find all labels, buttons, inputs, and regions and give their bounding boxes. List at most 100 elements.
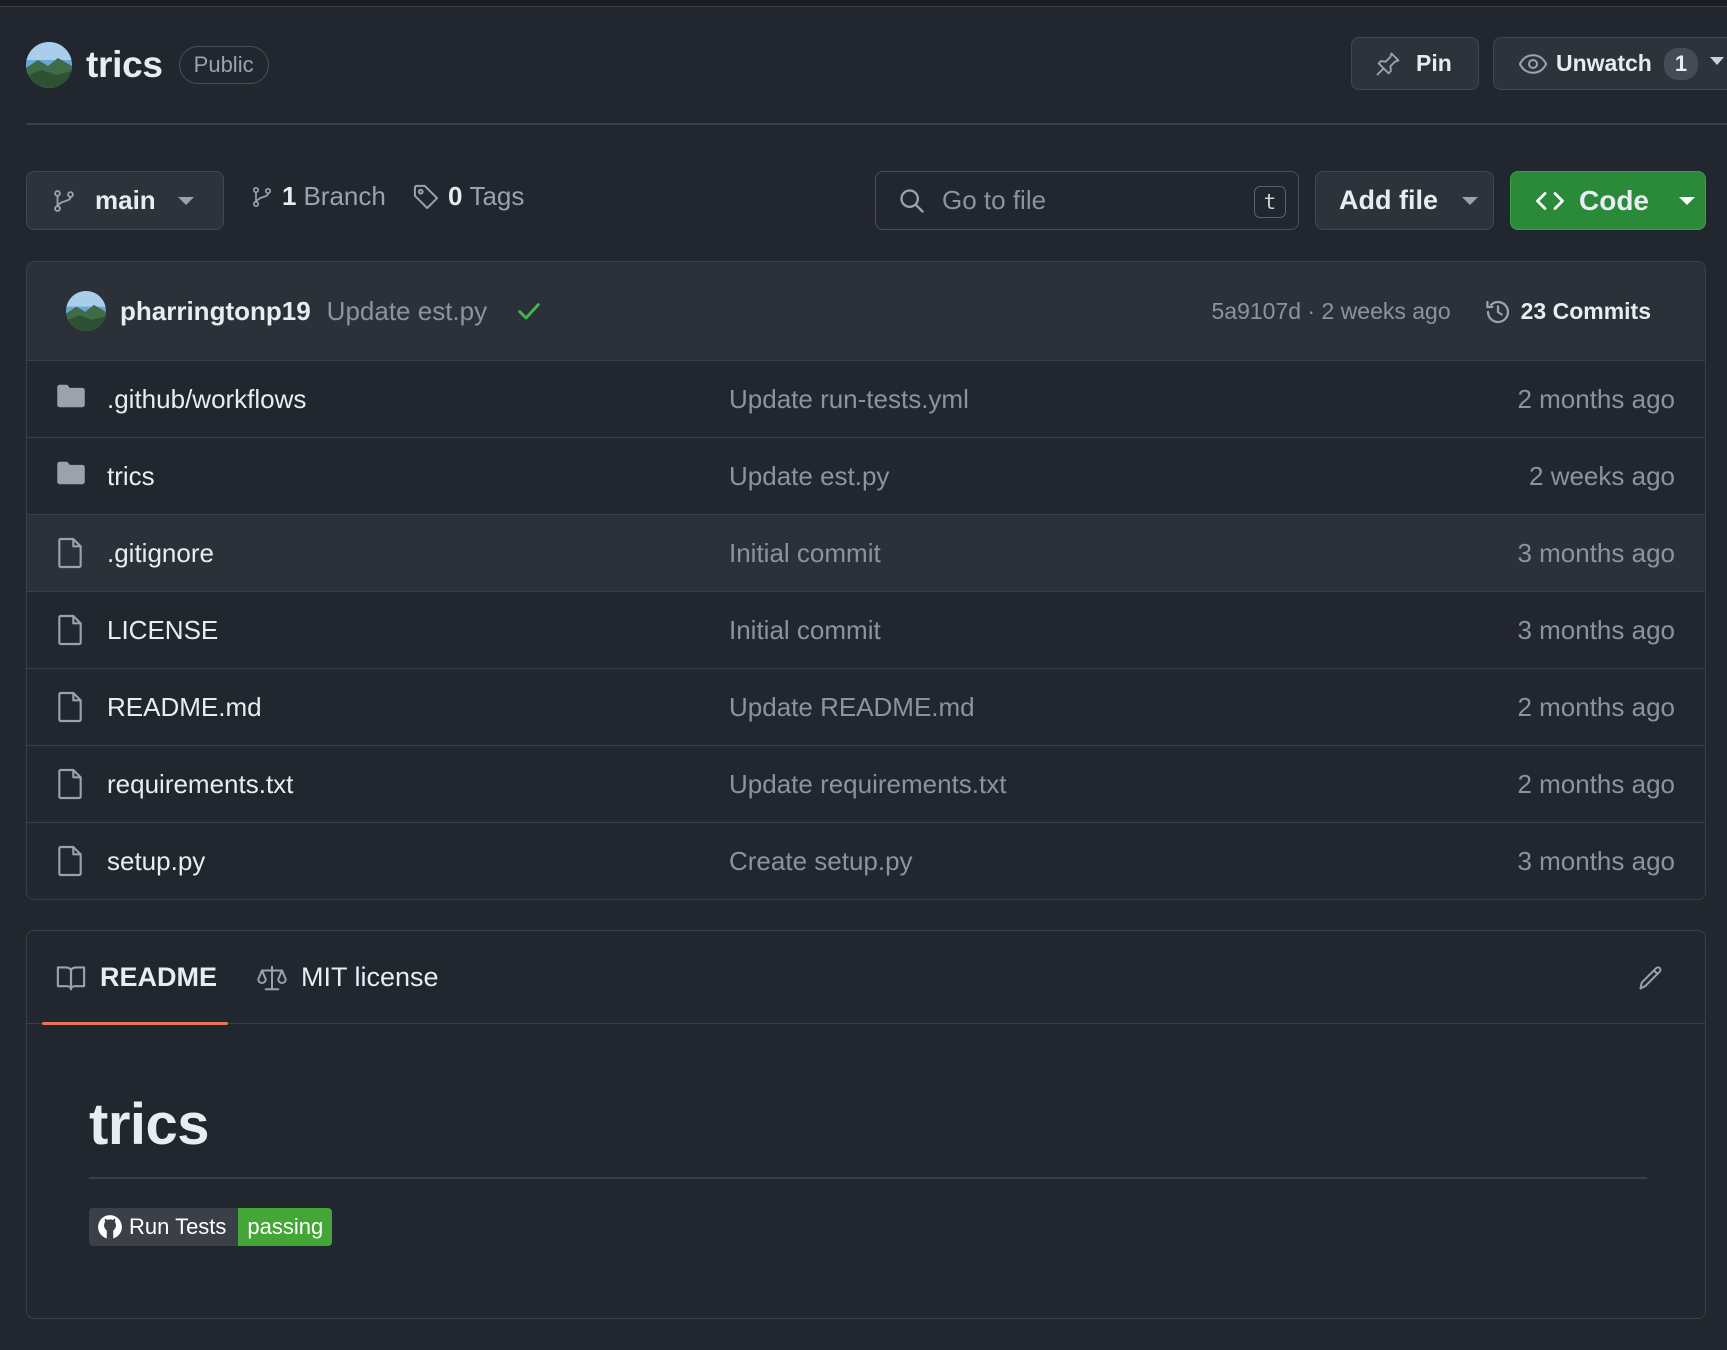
commit-author[interactable]: pharringtonp19 [120, 296, 311, 327]
visibility-badge: Public [178, 46, 269, 84]
file-commit-message[interactable]: Update est.py [729, 461, 889, 492]
branch-name: main [95, 185, 156, 215]
commits-link[interactable]: 23 Commits [1483, 297, 1651, 327]
file-name[interactable]: README.md [107, 692, 262, 723]
file-commit-message[interactable]: Update run-tests.yml [729, 384, 969, 415]
file-commit-message[interactable]: Update README.md [729, 692, 975, 723]
owner-avatar[interactable] [26, 42, 72, 88]
folder-icon [56, 460, 86, 491]
code-button[interactable]: Code [1510, 171, 1706, 230]
file-commit-message[interactable]: Create setup.py [729, 846, 913, 877]
chevron-down-icon [1679, 196, 1695, 205]
eye-icon [1518, 53, 1548, 74]
file-browser: pharringtonp19 Update est.py 5a9107d · 2… [26, 261, 1706, 900]
file-row[interactable]: trics Update est.py 2 weeks ago [27, 438, 1705, 515]
code-icon [1536, 191, 1564, 210]
commit-meta: 5a9107d · 2 weeks ago 23 Commits [1212, 262, 1652, 361]
file-age: 2 weeks ago [1529, 460, 1675, 491]
tab-readme-label: README [100, 962, 218, 992]
file-commit-message[interactable]: Update requirements.txt [729, 769, 1006, 800]
watch-count: 1 [1663, 47, 1699, 80]
law-icon [257, 965, 287, 990]
add-file-button[interactable]: Add file [1315, 171, 1494, 230]
search-icon [900, 188, 924, 213]
unwatch-label: Unwatch [1556, 50, 1652, 76]
file-name[interactable]: requirements.txt [107, 769, 293, 800]
pin-icon [1376, 52, 1400, 75]
pencil-icon[interactable] [1637, 964, 1665, 992]
file-icon [56, 614, 84, 651]
go-to-file-placeholder: Go to file [942, 185, 1047, 215]
run-tests-badge[interactable]: Run Tests passing [89, 1208, 333, 1246]
file-icon [56, 537, 84, 574]
history-icon [1485, 300, 1509, 323]
file-commit-message[interactable]: Initial commit [729, 538, 881, 569]
file-icon [56, 768, 84, 805]
tab-license-label: MIT license [301, 962, 439, 992]
code-label: Code [1579, 184, 1649, 216]
pin-label: Pin [1416, 50, 1452, 76]
file-list: .github/workflows Update run-tests.yml 2 m… [27, 361, 1705, 899]
file-age: 3 months ago [1517, 537, 1675, 568]
file-age: 2 months ago [1517, 691, 1675, 722]
file-row[interactable]: README.md Update README.md 2 months ago [27, 669, 1705, 746]
file-row[interactable]: .gitignore Initial commit 3 months ago [27, 515, 1705, 592]
watch-dropdown-caret-icon[interactable] [1710, 57, 1724, 65]
repo-header: trics Public [26, 40, 269, 90]
commits-label: 23 Commits [1520, 298, 1651, 324]
commit-sha-time[interactable]: 5a9107d · 2 weeks ago [1212, 298, 1451, 325]
tab-readme[interactable]: README [42, 931, 228, 1025]
file-name[interactable]: .gitignore [107, 538, 214, 569]
github-icon [98, 1215, 122, 1239]
folder-icon [56, 383, 86, 414]
branch-count: 1 [282, 181, 297, 211]
file-age: 3 months ago [1517, 614, 1675, 645]
chevron-down-icon [1462, 196, 1478, 205]
git-branch-icon [252, 186, 272, 207]
readme-panel: README MIT license trics Run Tests passi… [26, 930, 1706, 1319]
badge-status: passing [238, 1208, 333, 1246]
readme-tabs: README MIT license [27, 931, 1705, 1025]
pin-button[interactable]: Pin [1351, 37, 1479, 90]
file-commit-message[interactable]: Initial commit [729, 615, 881, 646]
file-row[interactable]: requirements.txt Update requirements.txt 2… [27, 746, 1705, 823]
file-name[interactable]: LICENSE [107, 615, 218, 646]
repo-name[interactable]: trics [86, 44, 163, 86]
unwatch-button[interactable]: Unwatch 1 [1493, 37, 1727, 90]
tag-count: 0 [448, 181, 463, 211]
tag-label: Tags [469, 181, 525, 211]
commit-message[interactable]: Update est.py [327, 296, 487, 327]
tag-icon [413, 184, 439, 209]
shortcut-key: t [1254, 186, 1286, 218]
header-divider [26, 123, 1727, 125]
badge-label: Run Tests [129, 1214, 227, 1239]
go-to-file-input[interactable]: Go to file t [875, 171, 1299, 230]
latest-commit-bar: pharringtonp19 Update est.py 5a9107d · 2… [27, 262, 1705, 361]
add-file-label: Add file [1339, 185, 1438, 215]
file-row[interactable]: setup.py Create setup.py 3 months ago [27, 823, 1705, 899]
file-age: 2 months ago [1517, 768, 1675, 799]
book-icon [56, 965, 86, 990]
tags-link[interactable]: 0 Tags [412, 181, 524, 212]
file-icon [56, 845, 84, 882]
branch-label: Branch [303, 181, 386, 211]
author-avatar[interactable] [66, 291, 106, 331]
file-age: 2 months ago [1517, 383, 1675, 414]
file-name[interactable]: setup.py [107, 846, 205, 877]
file-row[interactable]: .github/workflows Update run-tests.yml 2 m… [27, 361, 1705, 438]
check-icon[interactable] [515, 297, 543, 325]
file-row[interactable]: LICENSE Initial commit 3 months ago [27, 592, 1705, 669]
file-age: 3 months ago [1517, 846, 1675, 876]
chevron-down-icon [177, 196, 194, 205]
file-icon [56, 691, 84, 728]
tab-license[interactable]: MIT license [257, 931, 439, 1024]
branches-link[interactable]: 1 Branch [250, 181, 386, 212]
badge-label-segment: Run Tests [89, 1208, 239, 1246]
top-bar-edge [0, 0, 1727, 7]
file-name[interactable]: .github/workflows [107, 384, 306, 415]
readme-heading: trics [89, 1092, 210, 1157]
git-branch-icon [54, 189, 74, 212]
file-name[interactable]: trics [107, 461, 155, 492]
branch-selector[interactable]: main [26, 171, 224, 230]
readme-divider [89, 1177, 1647, 1179]
